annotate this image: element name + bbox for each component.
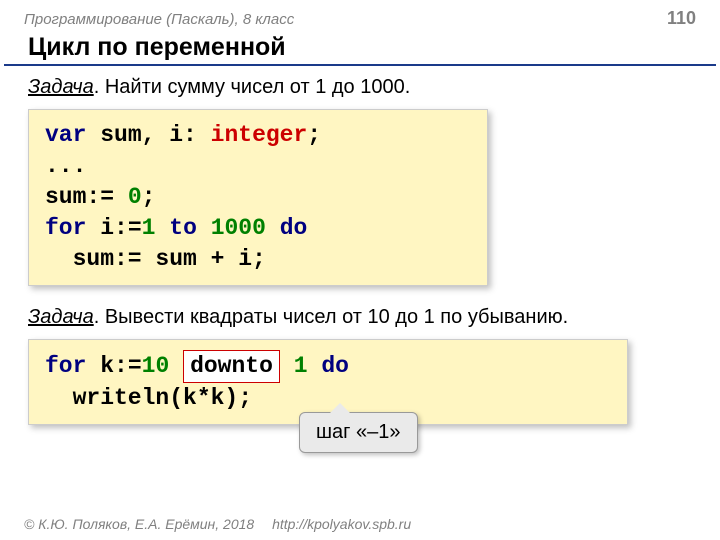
code-block-1: var sum, i: integer; ... sum:= 0; for i:…	[28, 109, 488, 286]
task-2-text: . Вывести квадраты чисел от 10 до 1 по у…	[94, 306, 568, 328]
course-label: Программирование (Паскаль), 8 класс	[24, 11, 294, 28]
footer-link[interactable]: http://kpolyakov.spb.ru	[272, 516, 411, 532]
kw-for: for	[45, 215, 86, 241]
callout-step: шаг «–1»	[299, 412, 418, 453]
task-1-label: Задача	[28, 76, 94, 98]
kw-do: do	[280, 215, 308, 241]
code-block-2: for k:=10 downto 1 do writeln(k*k);шаг «…	[28, 339, 628, 425]
header: Программирование (Паскаль), 8 класс 110	[0, 0, 720, 33]
task-2: Задача. Вывести квадраты чисел от 10 до …	[28, 306, 692, 329]
type-integer: integer	[211, 122, 308, 148]
page-title: Цикл по переменной	[4, 33, 716, 66]
downto-box: downto	[183, 350, 280, 383]
task-1: Задача. Найти сумму чисел от 1 до 1000.	[28, 76, 692, 99]
page-number: 110	[667, 8, 696, 29]
footer: © К.Ю. Поляков, Е.А. Ерёмин, 2018 http:/…	[24, 516, 411, 532]
content: Задача. Найти сумму чисел от 1 до 1000. …	[0, 76, 720, 425]
task-1-text: . Найти сумму чисел от 1 до 1000.	[94, 76, 411, 98]
kw-for-2: for	[45, 353, 86, 379]
footer-copy: © К.Ю. Поляков, Е.А. Ерёмин, 2018	[24, 516, 254, 532]
kw-var: var	[45, 122, 86, 148]
kw-to: to	[169, 215, 197, 241]
kw-do-2: do	[321, 353, 349, 379]
task-2-label: Задача	[28, 306, 94, 328]
